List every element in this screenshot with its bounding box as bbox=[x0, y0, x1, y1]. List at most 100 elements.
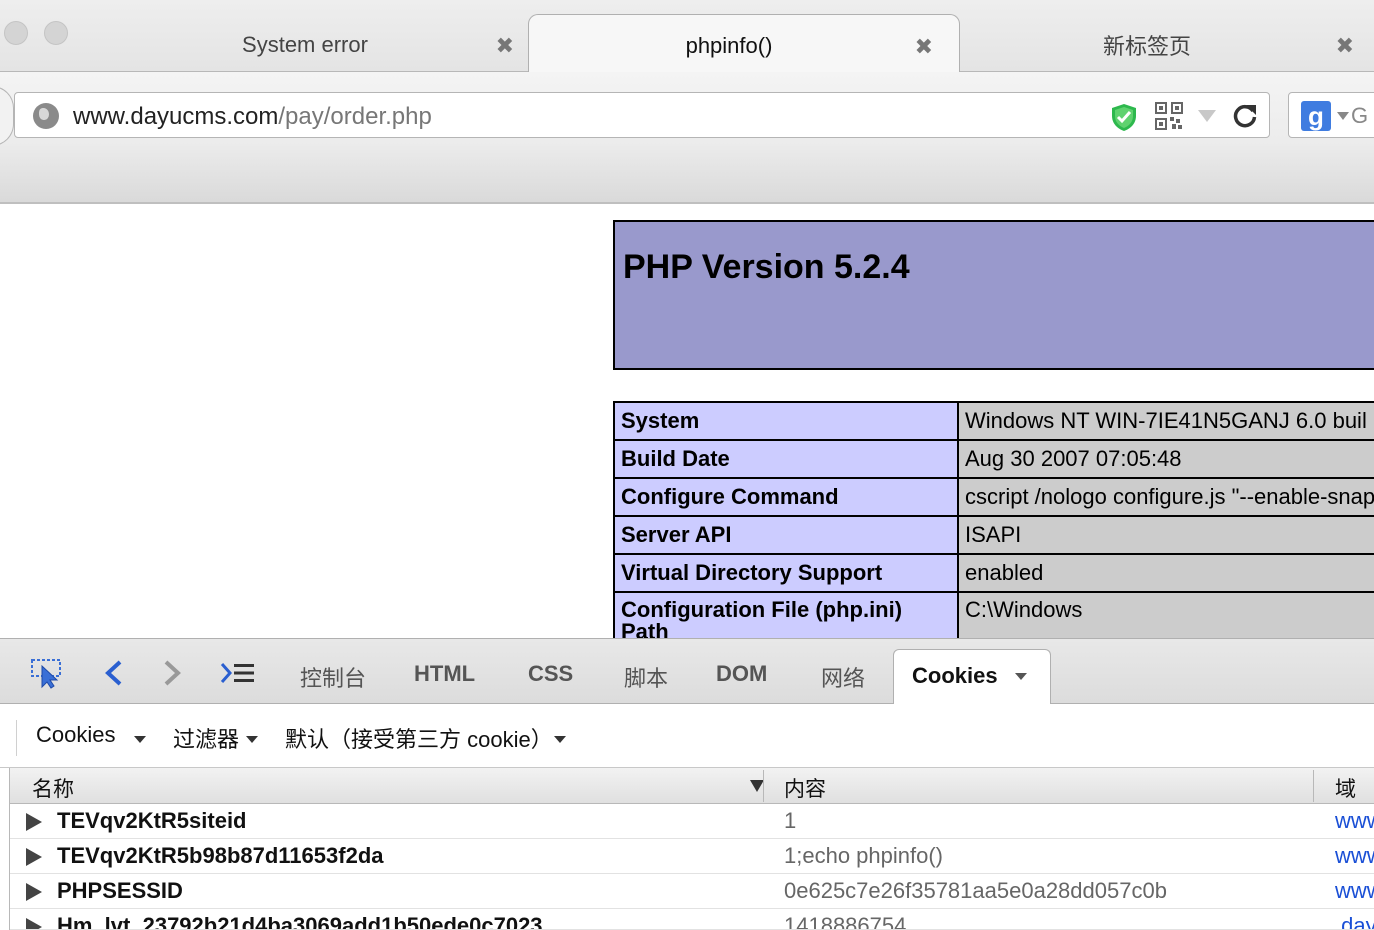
cookie-value: 1418886754 bbox=[784, 913, 907, 930]
qr-code-icon[interactable] bbox=[1155, 102, 1183, 130]
devtools-panel: 控制台 HTML CSS 脚本 DOM 网络 Cookies Cookies 过… bbox=[0, 638, 1374, 930]
page-content: PHP Version 5.2.4 System Windows NT WIN-7… bbox=[0, 204, 1374, 638]
chevron-down-icon[interactable] bbox=[1015, 673, 1027, 680]
tab-close-icon[interactable]: ✖ bbox=[496, 33, 514, 59]
row-value: cscript /nologo configure.js "--enable-s… bbox=[957, 477, 1374, 517]
tab-network[interactable]: 网络 bbox=[821, 661, 865, 693]
table-row: Configuration File (php.ini) Path C:\Wind… bbox=[613, 591, 1374, 638]
tab-title: System error bbox=[242, 32, 368, 57]
chevron-down-icon[interactable] bbox=[134, 736, 146, 743]
expand-triangle-icon[interactable] bbox=[26, 813, 42, 831]
search-engine-dropdown-icon[interactable] bbox=[1337, 112, 1349, 120]
cookie-domain: .day bbox=[1335, 913, 1374, 930]
row-value: Aug 30 2007 07:05:48 bbox=[957, 439, 1374, 479]
tab-title: 新标签页 bbox=[1102, 34, 1191, 59]
window-minimize-light[interactable] bbox=[44, 21, 68, 45]
tab-new-tab[interactable]: 新标签页 ✖ bbox=[960, 14, 1374, 72]
forward-arrow-icon[interactable] bbox=[160, 659, 184, 687]
cookie-domain: www bbox=[1335, 878, 1374, 903]
search-placeholder: G bbox=[1351, 103, 1369, 128]
expand-triangle-icon[interactable] bbox=[26, 918, 42, 929]
dropdown-arrow-icon[interactable] bbox=[1197, 109, 1217, 123]
table-header: 名称 内容 域 bbox=[10, 768, 1374, 804]
cookie-name: TEVqv2KtR5siteid bbox=[57, 808, 247, 833]
tab-cookies[interactable]: Cookies bbox=[893, 649, 1051, 706]
chevron-down-icon[interactable] bbox=[554, 736, 566, 743]
row-key: System bbox=[613, 401, 959, 441]
cookie-value: 0e625c7e26f35781aa5e0a28dd057c0b bbox=[784, 878, 1167, 903]
phpinfo-table: System Windows NT WIN-7IE41N5GANJ 6.0 bui… bbox=[613, 401, 1374, 638]
table-row: Configure Command cscript /nologo configu… bbox=[613, 477, 1374, 517]
table-row: Server API ISAPI bbox=[613, 515, 1374, 555]
row-key: Configure Command bbox=[613, 477, 959, 517]
window-close-light[interactable] bbox=[4, 21, 28, 45]
tab-html[interactable]: HTML bbox=[414, 661, 475, 687]
column-header-domain[interactable]: 域 bbox=[1335, 773, 1356, 803]
cookie-name: PHPSESSID bbox=[57, 878, 183, 903]
tab-title: phpinfo() bbox=[685, 33, 773, 58]
column-separator[interactable] bbox=[763, 770, 764, 802]
command-line-icon[interactable] bbox=[220, 661, 256, 685]
php-version-header: PHP Version 5.2.4 bbox=[613, 220, 1374, 370]
chevron-down-icon[interactable] bbox=[246, 736, 258, 743]
sort-descending-icon[interactable] bbox=[750, 780, 764, 792]
tab-console[interactable]: 控制台 bbox=[300, 661, 366, 693]
expand-triangle-icon[interactable] bbox=[26, 883, 42, 901]
table-row[interactable]: Hm_lvt_23792b21d4ba3069add1b50ede0c7023 … bbox=[10, 909, 1374, 930]
cookie-value: 1 bbox=[784, 808, 797, 833]
inspect-element-icon[interactable] bbox=[30, 657, 66, 689]
tab-strip: System error ✖ phpinfo() ✖ 新标签页 ✖ bbox=[0, 0, 1374, 73]
toolbar-separator bbox=[16, 720, 17, 756]
column-header-content[interactable]: 内容 bbox=[784, 773, 826, 803]
url-bar[interactable]: www.dayucms.com/pay/order.php bbox=[14, 92, 1270, 138]
table-row: Virtual Directory Support enabled bbox=[613, 553, 1374, 593]
column-separator[interactable] bbox=[1313, 770, 1314, 802]
url-host: www.dayucms.com bbox=[73, 103, 279, 130]
tab-dom[interactable]: DOM bbox=[716, 661, 767, 687]
tab-close-icon[interactable]: ✖ bbox=[1336, 33, 1354, 59]
tab-cookies-label: Cookies bbox=[912, 663, 998, 688]
cookie-name: Hm_lvt_23792b21d4ba3069add1b50ede0c7023 bbox=[57, 913, 543, 930]
table-row: System Windows NT WIN-7IE41N5GANJ 6.0 bui… bbox=[613, 401, 1374, 441]
shield-check-icon[interactable] bbox=[1109, 102, 1139, 132]
column-header-name[interactable]: 名称 bbox=[32, 773, 74, 803]
table-row[interactable]: TEVqv2KtR5b98b87d11653f2da 1;echo phpinf… bbox=[10, 839, 1374, 874]
url-text[interactable]: www.dayucms.com/pay/order.php bbox=[73, 103, 432, 131]
cookie-value: 1;echo phpinfo() bbox=[784, 843, 943, 868]
navigation-bar: www.dayucms.com/pay/order.php g G bbox=[0, 72, 1374, 204]
tab-system-error[interactable]: System error ✖ bbox=[130, 14, 530, 72]
reload-icon[interactable] bbox=[1231, 102, 1259, 130]
row-value: ISAPI bbox=[957, 515, 1374, 555]
row-key: Configuration File (php.ini) Path bbox=[613, 591, 959, 638]
row-key: Virtual Directory Support bbox=[613, 553, 959, 593]
google-icon[interactable]: g bbox=[1301, 101, 1331, 131]
tab-phpinfo[interactable]: phpinfo() ✖ bbox=[528, 14, 960, 73]
search-box[interactable]: g G bbox=[1288, 92, 1374, 138]
tab-close-icon[interactable]: ✖ bbox=[915, 34, 933, 60]
back-arrow-icon[interactable] bbox=[102, 659, 126, 687]
back-button[interactable] bbox=[0, 86, 14, 146]
cookie-name: TEVqv2KtR5b98b87d11653f2da bbox=[57, 843, 384, 868]
tab-css[interactable]: CSS bbox=[528, 661, 573, 687]
row-value: Windows NT WIN-7IE41N5GANJ 6.0 buil bbox=[957, 401, 1374, 441]
table-row[interactable]: PHPSESSID 0e625c7e26f35781aa5e0a28dd057c… bbox=[10, 874, 1374, 909]
row-value: C:\Windows bbox=[957, 591, 1374, 638]
filter-menu[interactable]: 过滤器 bbox=[173, 722, 239, 754]
devtools-toolbar: 控制台 HTML CSS 脚本 DOM 网络 Cookies bbox=[0, 638, 1374, 706]
tab-script[interactable]: 脚本 bbox=[624, 661, 668, 693]
expand-triangle-icon[interactable] bbox=[26, 848, 42, 866]
row-key: Build Date bbox=[613, 439, 959, 479]
cookies-menu[interactable]: Cookies bbox=[36, 722, 115, 748]
cookie-domain: www bbox=[1335, 808, 1374, 833]
row-key: Server API bbox=[613, 515, 959, 555]
cookie-domain: www bbox=[1335, 843, 1374, 868]
cookies-toolbar: Cookies 过滤器 默认（接受第三方 cookie） bbox=[0, 704, 1374, 768]
cookies-table: 名称 内容 域 TEVqv2KtR5siteid 1 www TEVqv2KtR… bbox=[0, 768, 1374, 930]
table-row[interactable]: TEVqv2KtR5siteid 1 www bbox=[10, 804, 1374, 839]
globe-icon bbox=[33, 103, 59, 129]
cookie-policy-menu[interactable]: 默认（接受第三方 cookie） bbox=[285, 722, 553, 754]
table-row: Build Date Aug 30 2007 07:05:48 bbox=[613, 439, 1374, 479]
row-value: enabled bbox=[957, 553, 1374, 593]
page-title: PHP Version 5.2.4 bbox=[623, 248, 910, 286]
url-path: /pay/order.php bbox=[278, 103, 432, 130]
